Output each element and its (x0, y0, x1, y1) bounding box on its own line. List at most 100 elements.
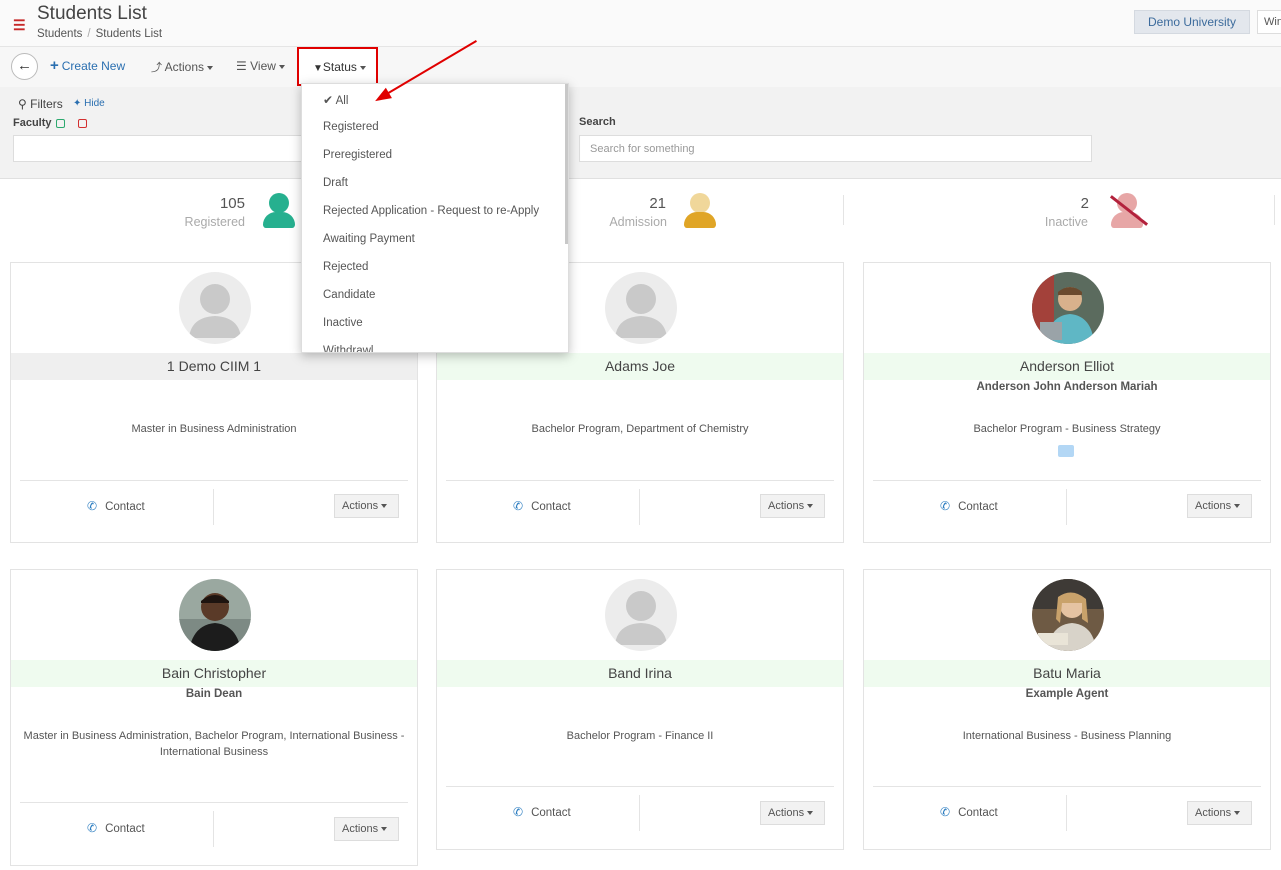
view-menu-button[interactable]: ☰ View (236, 59, 285, 73)
faculty-label: Faculty (13, 117, 52, 129)
registered-person-icon[interactable] (262, 193, 296, 229)
contact-button[interactable]: ✆ Contact (87, 499, 145, 513)
caret-down-icon (359, 65, 366, 70)
card-actions-button[interactable]: Actions (760, 801, 825, 825)
student-program: Master in Business Administration, Bache… (23, 730, 405, 758)
student-card[interactable]: Anderson Elliot Anderson John Anderson M… (863, 262, 1271, 543)
phone-icon: ✆ (940, 499, 951, 513)
search-input[interactable]: Search for something (579, 135, 1092, 162)
student-card[interactable]: Band Irina Bachelor Program - Finance II… (436, 569, 844, 850)
card-divider (873, 786, 1261, 787)
caret-down-icon (1234, 504, 1241, 509)
check-icon: ✔ (323, 93, 334, 107)
card-actions-button[interactable]: Actions (1187, 494, 1252, 518)
student-agent: Example Agent (1025, 688, 1109, 700)
avatar (605, 579, 677, 651)
student-program: International Business - Business Planni… (962, 730, 1172, 742)
student-card[interactable]: Bain Christopher Bain Dean Master in Bus… (10, 569, 418, 866)
inactive-person-icon[interactable] (1109, 193, 1149, 229)
hide-filters-link[interactable]: ✦ Hide (73, 98, 105, 109)
status-option-registered[interactable]: Registered (323, 121, 379, 133)
avatar (1032, 272, 1104, 344)
actions-menu-button[interactable]: ⤴ Actions (151, 59, 214, 75)
window-tab-button[interactable]: Win (1257, 10, 1281, 34)
avatar (179, 272, 251, 344)
status-filter-button[interactable]: ▼Status (297, 47, 378, 86)
caret-down-icon (207, 65, 214, 70)
clear-selection-icon[interactable] (78, 119, 87, 128)
student-agent: Anderson John Anderson Mariah (976, 381, 1158, 393)
caret-down-icon (807, 811, 814, 816)
admission-count: 21 (649, 195, 666, 212)
status-option-all[interactable]: ✔ All (323, 93, 348, 107)
contact-button[interactable]: ✆ Contact (940, 805, 998, 819)
stats-divider (843, 195, 844, 225)
select-all-icon[interactable] (56, 119, 65, 128)
faculty-select[interactable] (13, 135, 303, 162)
student-name[interactable]: Bain Christopher (11, 660, 417, 687)
status-dropdown-menu: ✔ All Registered Preregistered Draft Rej… (301, 83, 569, 353)
create-new-button[interactable]: + Create New (50, 57, 126, 74)
university-button[interactable]: Demo University (1134, 10, 1250, 34)
contact-button[interactable]: ✆ Contact (87, 821, 145, 835)
card-actions-button[interactable]: Actions (334, 494, 399, 518)
registered-label: Registered (184, 215, 245, 229)
student-agent: Bain Dean (185, 688, 243, 700)
status-option-rejected-application[interactable]: Rejected Application - Request to re-App… (323, 205, 539, 217)
card-actions-button[interactable]: Actions (334, 817, 399, 841)
contact-label: Contact (105, 501, 145, 513)
card-actions-button[interactable]: Actions (760, 494, 825, 518)
view-menu-label: View (250, 59, 276, 73)
status-option-rejected[interactable]: Rejected (323, 261, 368, 273)
stats-divider (1274, 195, 1275, 225)
breadcrumb-students-list: Students List (95, 28, 163, 40)
contact-label: Contact (531, 807, 571, 819)
phone-icon: ✆ (87, 821, 98, 835)
pin-icon: ✦ (73, 98, 82, 109)
registered-count: 105 (219, 195, 245, 212)
dropdown-scrollbar[interactable] (565, 84, 568, 244)
status-option-inactive[interactable]: Inactive (323, 317, 363, 329)
arrow-left-icon: ← (17, 57, 32, 74)
student-name[interactable]: Adams Joe (437, 353, 843, 380)
page-title: Students List (37, 3, 147, 24)
search-label: Search (579, 116, 616, 128)
student-program: Master in Business Administration (131, 423, 297, 435)
caret-down-icon (807, 504, 814, 509)
status-label: Status (322, 60, 357, 74)
student-card[interactable]: Batu Maria Example Agent International B… (863, 569, 1271, 850)
back-button[interactable]: ← (11, 53, 38, 80)
menu-icon[interactable]: ☰ (13, 18, 26, 32)
student-name[interactable]: Band Irina (437, 660, 843, 687)
student-name[interactable]: 1 Demo CIIM 1 (11, 353, 417, 380)
breadcrumb-students[interactable]: Students (37, 28, 82, 40)
contact-button[interactable]: ✆ Contact (513, 499, 571, 513)
status-option-preregistered[interactable]: Preregistered (323, 149, 392, 161)
status-option-withdrawl[interactable]: Withdrawl (323, 345, 373, 352)
contact-button[interactable]: ✆ Contact (513, 805, 571, 819)
card-actions-label: Actions (768, 500, 805, 512)
card-actions-button[interactable]: Actions (1187, 801, 1252, 825)
actions-menu-label: Actions (164, 60, 205, 74)
card-divider (639, 489, 640, 525)
admission-label: Admission (609, 215, 667, 229)
admission-person-icon[interactable] (683, 193, 717, 229)
breadcrumb: Students / Students List (37, 28, 162, 40)
status-option-draft[interactable]: Draft (323, 177, 348, 189)
card-actions-label: Actions (1195, 500, 1232, 512)
contact-label: Contact (105, 823, 145, 835)
student-name[interactable]: Anderson Elliot (864, 353, 1270, 380)
contact-button[interactable]: ✆ Contact (940, 499, 998, 513)
caret-down-icon (278, 64, 285, 69)
id-card-icon[interactable] (1058, 445, 1074, 457)
contact-label: Contact (958, 501, 998, 513)
filter-icon: ▼ (313, 63, 323, 74)
student-name[interactable]: Batu Maria (864, 660, 1270, 687)
status-option-candidate[interactable]: Candidate (323, 289, 375, 301)
create-new-label: Create New (61, 59, 126, 73)
contact-label: Contact (531, 501, 571, 513)
caret-down-icon (381, 827, 388, 832)
card-divider (20, 802, 408, 803)
status-option-awaiting-payment[interactable]: Awaiting Payment (323, 233, 415, 245)
plus-icon: + (50, 57, 59, 74)
